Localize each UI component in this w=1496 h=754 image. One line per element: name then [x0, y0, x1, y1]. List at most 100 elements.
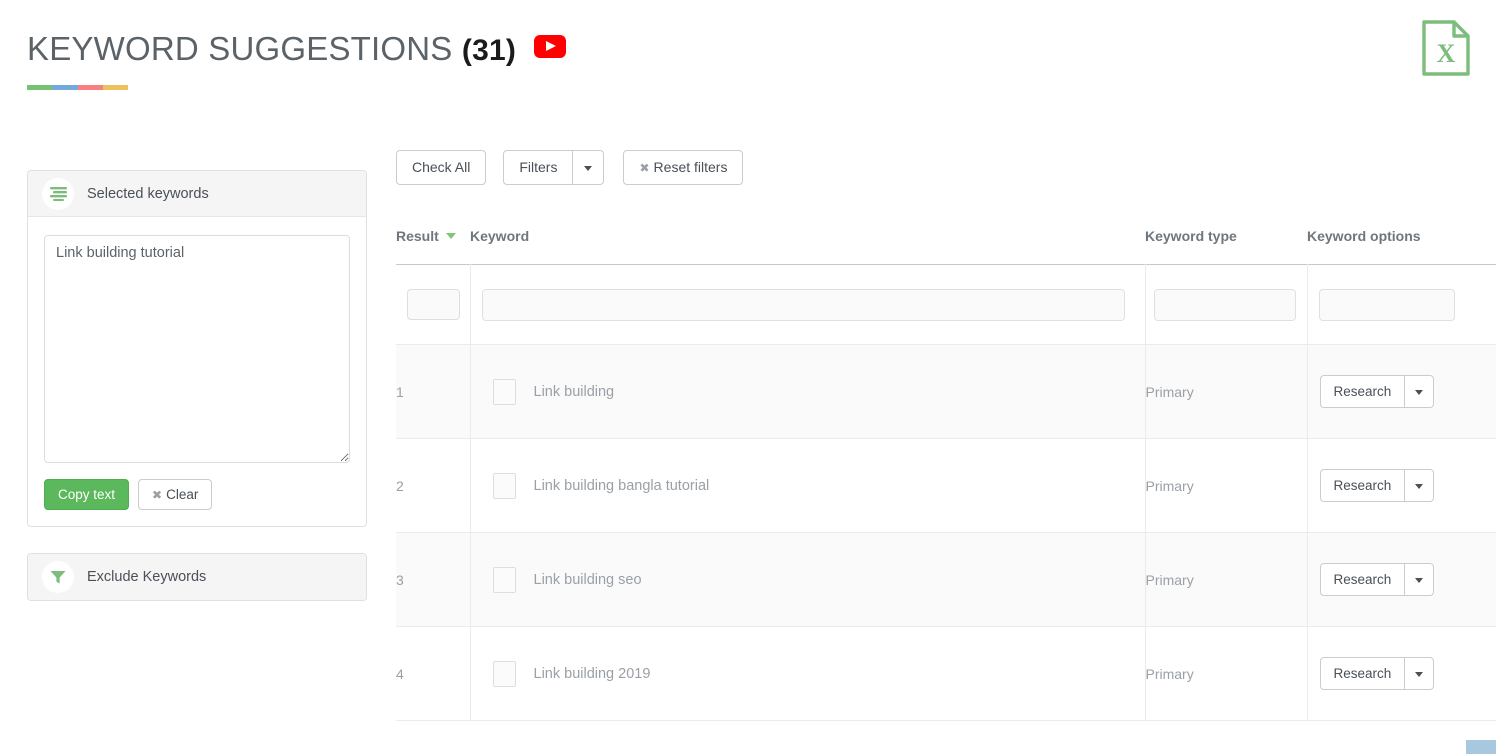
row-keyword-type: Primary — [1145, 438, 1308, 533]
reset-filters-button[interactable]: ✖ Reset filters — [623, 150, 744, 185]
horizontal-scrollbar-thumb[interactable] — [1466, 740, 1496, 754]
column-header-result-label: Result — [396, 228, 439, 244]
row-keyword-label: Link building bangla tutorial — [533, 477, 710, 494]
accent-bar-segment-4 — [102, 85, 128, 90]
row-checkbox[interactable] — [492, 660, 516, 687]
page-title: KEYWORD SUGGESTIONS (31) — [27, 28, 567, 72]
filters-button[interactable]: Filters — [503, 150, 573, 185]
row-options-cell: Research — [1307, 532, 1496, 627]
research-dropdown-toggle[interactable] — [1404, 469, 1435, 502]
research-button-group: Research — [1319, 657, 1435, 690]
row-keyword-type: Primary — [1145, 626, 1308, 721]
excel-export-button[interactable]: X — [1418, 19, 1474, 77]
research-button-group: Research — [1319, 563, 1435, 596]
research-dropdown-toggle[interactable] — [1404, 563, 1435, 596]
column-header-keyword[interactable]: Keyword — [470, 228, 1145, 265]
caret-down-icon — [584, 165, 593, 171]
chevron-down-icon[interactable] — [445, 233, 456, 239]
table-row[interactable]: 2 Link building bangla tutorial Primary … — [396, 438, 1496, 533]
column-header-keyword-options: Keyword options — [1307, 228, 1421, 244]
row-options-cell: Research — [1307, 438, 1496, 533]
selected-keywords-panel-body: Copy text ✖Clear — [28, 217, 366, 526]
accent-bar-segment-2 — [52, 85, 78, 90]
row-keyword-label: Link building — [533, 383, 615, 400]
row-index: 2 — [396, 438, 471, 533]
clear-button-label: Clear — [166, 487, 199, 502]
selected-keywords-panel: Selected keywords Copy text ✖Clear — [27, 170, 367, 527]
row-keyword-cell: Link building — [470, 344, 1146, 439]
filter-cell-keyword — [470, 264, 1146, 345]
keyword-suggestions-table: Result Keyword Keyword type Keyword opti… — [396, 228, 1496, 721]
accent-bar-segment-3 — [77, 85, 103, 90]
select-all-checkbox[interactable] — [407, 289, 460, 320]
row-checkbox[interactable] — [492, 378, 516, 405]
row-checkbox[interactable] — [492, 566, 516, 593]
caret-down-icon — [1415, 577, 1424, 583]
column-header-result[interactable]: Result — [396, 228, 470, 265]
row-keyword-type: Primary — [1145, 532, 1308, 627]
x-mark-icon: ✖ — [639, 161, 650, 175]
table-row[interactable]: 4 Link building 2019 Primary Research — [396, 626, 1496, 721]
check-all-button[interactable]: Check All — [396, 150, 487, 185]
main-content: Check All Filters ✖ Reset filters — [396, 150, 1496, 185]
sidebar-action-buttons: Copy text ✖ Clear — [44, 479, 350, 510]
youtube-icon — [534, 35, 567, 58]
clear-button[interactable]: ✖ Clear — [138, 479, 213, 510]
row-keyword-label: Link building seo — [533, 571, 642, 588]
research-dropdown-toggle[interactable] — [1404, 657, 1435, 690]
filter-cell-check — [396, 264, 471, 345]
table-row[interactable]: 1 Link building Primary Research — [396, 344, 1496, 439]
accent-color-bar — [27, 85, 128, 90]
research-dropdown-toggle[interactable] — [1404, 375, 1435, 408]
exclude-keywords-panel-header[interactable]: Exclude Keywords — [28, 554, 366, 600]
table-filter-row — [396, 264, 1496, 345]
filters-dropdown-toggle[interactable] — [572, 150, 605, 185]
caret-down-icon — [1415, 483, 1424, 489]
table-header-row: Result Keyword Keyword type Keyword opti… — [396, 228, 1496, 265]
reset-filters-label: Reset filters — [653, 159, 728, 175]
row-keyword-type: Primary — [1145, 344, 1308, 439]
excel-file-icon: X — [1422, 20, 1470, 76]
filter-cell-options — [1307, 264, 1496, 345]
keyword-options-filter-input[interactable] — [1318, 288, 1455, 321]
page-header: KEYWORD SUGGESTIONS (31) X — [0, 0, 1496, 120]
row-checkbox[interactable] — [492, 472, 516, 499]
table-body: 1 Link building Primary Research 2 Link … — [396, 264, 1496, 721]
x-mark-icon: ✖ — [152, 488, 163, 502]
funnel-filter-icon — [42, 561, 74, 593]
keyword-filter-input[interactable] — [481, 288, 1125, 321]
svg-text:X: X — [1437, 39, 1456, 68]
row-options-cell: Research — [1307, 344, 1496, 439]
row-index: 4 — [396, 626, 471, 721]
row-keyword-cell: Link building bangla tutorial — [470, 438, 1146, 533]
keyword-table-container: Result Keyword Keyword type Keyword opti… — [396, 228, 1496, 748]
row-index: 3 — [396, 532, 471, 627]
research-button[interactable]: Research — [1319, 563, 1405, 596]
selected-keywords-textarea[interactable] — [44, 235, 350, 463]
horizontal-scrollbar-track[interactable] — [396, 740, 1496, 754]
sidebar: Selected keywords Copy text ✖Clear Exclu… — [27, 170, 367, 601]
column-header-keyword-type[interactable]: Keyword type — [1145, 228, 1307, 265]
research-button[interactable]: Research — [1319, 375, 1405, 408]
caret-down-icon — [1415, 671, 1424, 677]
research-button[interactable]: Research — [1319, 657, 1405, 690]
copy-text-button[interactable]: Copy text — [44, 479, 130, 510]
selected-keywords-panel-header[interactable]: Selected keywords — [28, 171, 366, 217]
filters-button-group: Filters — [503, 150, 605, 185]
row-keyword-label: Link building 2019 — [533, 665, 651, 682]
table-row[interactable]: 3 Link building seo Primary Research — [396, 532, 1496, 627]
caret-down-icon — [1415, 389, 1424, 395]
research-button[interactable]: Research — [1319, 469, 1405, 502]
accent-bar-segment-1 — [27, 85, 53, 90]
result-count: (31) — [461, 34, 517, 67]
research-button-group: Research — [1319, 375, 1435, 408]
row-keyword-cell: Link building seo — [470, 532, 1146, 627]
table-toolbar: Check All Filters ✖ Reset filters — [396, 150, 1496, 185]
list-lines-icon — [42, 177, 74, 210]
exclude-keywords-title: Exclude Keywords — [87, 569, 207, 585]
keyword-type-filter-input[interactable] — [1153, 288, 1296, 321]
research-button-group: Research — [1319, 469, 1435, 502]
row-keyword-cell: Link building 2019 — [470, 626, 1146, 721]
table-head: Result Keyword Keyword type Keyword opti… — [396, 228, 1496, 265]
selected-keywords-title: Selected keywords — [87, 185, 209, 202]
